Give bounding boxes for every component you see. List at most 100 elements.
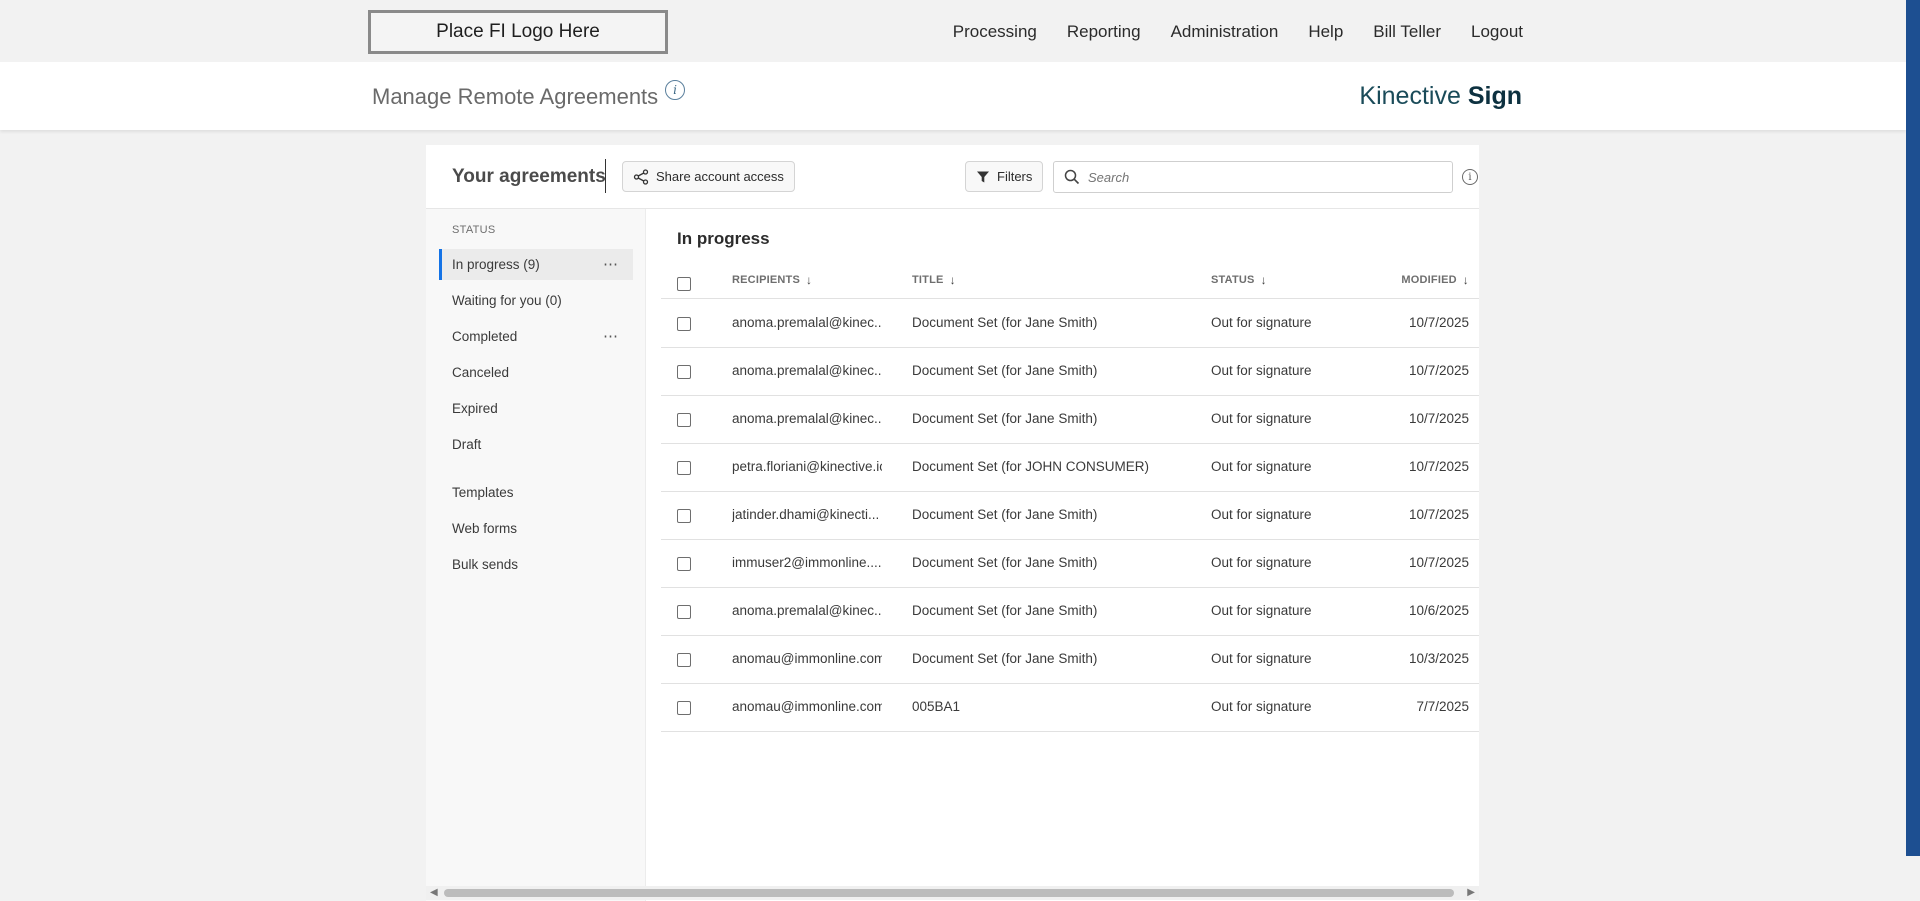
- sidebar-item-draft[interactable]: Draft: [439, 429, 633, 460]
- top-navigation-bar: Place FI Logo Here Processing Reporting …: [0, 0, 1920, 62]
- table-row[interactable]: anoma.premalal@kinec... Document Set (fo…: [661, 396, 1479, 444]
- recipient-cell: jatinder.dhami@kinecti...: [732, 507, 880, 522]
- recipient-cell: anoma.premalal@kinec...: [732, 603, 882, 618]
- title-cell[interactable]: Document Set (for JOHN CONSUMER): [912, 459, 1149, 474]
- share-account-access-button[interactable]: Share account access: [622, 161, 795, 192]
- title-cell[interactable]: Document Set (for Jane Smith): [912, 603, 1097, 618]
- nav-processing[interactable]: Processing: [953, 22, 1037, 42]
- row-checkbox[interactable]: [677, 653, 691, 667]
- column-header-status[interactable]: STATUS ↓: [1211, 273, 1267, 287]
- nav-user-name[interactable]: Bill Teller: [1373, 22, 1441, 42]
- brand-regular: Kinective: [1359, 82, 1461, 110]
- sidebar-item-templates[interactable]: Templates: [439, 477, 633, 508]
- select-all-checkbox[interactable]: [677, 277, 691, 291]
- filters-button[interactable]: Filters: [965, 161, 1044, 192]
- recipient-cell: anoma.premalal@kinec...: [732, 411, 882, 426]
- status-cell: Out for signature: [1211, 603, 1312, 618]
- title-cell[interactable]: Document Set (for Jane Smith): [912, 555, 1097, 570]
- sidebar-item-web-forms[interactable]: Web forms: [439, 513, 633, 544]
- row-checkbox[interactable]: [677, 509, 691, 523]
- modified-cell: 10/6/2025: [1408, 603, 1469, 618]
- row-checkbox[interactable]: [677, 605, 691, 619]
- sidebar-item-in-progress[interactable]: In progress (9) ⋯: [439, 249, 633, 280]
- sidebar-item-waiting-for-you[interactable]: Waiting for you (0): [439, 285, 633, 316]
- modified-cell: 10/7/2025: [1408, 315, 1469, 330]
- agreements-panel: Your agreements Share account access Fil…: [426, 145, 1479, 901]
- table-row[interactable]: jatinder.dhami@kinecti... Document Set (…: [661, 492, 1479, 540]
- scrollbar-thumb[interactable]: [444, 889, 1454, 897]
- modified-cell: 10/7/2025: [1408, 363, 1469, 378]
- nav-administration[interactable]: Administration: [1171, 22, 1279, 42]
- sidebar-item-label: Draft: [452, 437, 482, 452]
- recipient-cell: anoma.premalal@kinec...: [732, 363, 882, 378]
- page-title: Manage Remote Agreements: [372, 84, 659, 109]
- row-checkbox[interactable]: [677, 557, 691, 571]
- search-info-icon[interactable]: i: [1462, 169, 1478, 185]
- nav-reporting[interactable]: Reporting: [1067, 22, 1141, 42]
- row-checkbox[interactable]: [677, 701, 691, 715]
- modified-cell: 10/7/2025: [1408, 507, 1469, 522]
- recipient-cell: petra.floriani@kinective.io: [732, 459, 882, 474]
- row-checkbox[interactable]: [677, 317, 691, 331]
- sidebar-item-label: Expired: [452, 401, 498, 416]
- status-cell: Out for signature: [1211, 555, 1312, 570]
- row-checkbox[interactable]: [677, 461, 691, 475]
- modified-cell: 7/7/2025: [1416, 699, 1469, 714]
- column-header-recipients[interactable]: RECIPIENTS ↓: [732, 273, 812, 287]
- table-row[interactable]: immuser2@immonline.... Document Set (for…: [661, 540, 1479, 588]
- modified-cell: 10/7/2025: [1408, 459, 1469, 474]
- column-header-modified[interactable]: MODIFIED ↓: [1401, 273, 1469, 287]
- title-cell[interactable]: Document Set (for Jane Smith): [912, 651, 1097, 666]
- status-cell: Out for signature: [1211, 507, 1312, 522]
- modified-cell: 10/7/2025: [1408, 555, 1469, 570]
- title-cell[interactable]: Document Set (for Jane Smith): [912, 315, 1097, 330]
- nav-logout[interactable]: Logout: [1471, 22, 1523, 42]
- brand-bold: Sign: [1467, 82, 1522, 110]
- table-row[interactable]: anomau@immonline.com Document Set (for J…: [661, 636, 1479, 684]
- status-cell: Out for signature: [1211, 651, 1312, 666]
- more-options-icon[interactable]: ⋯: [603, 255, 619, 273]
- status-cell: Out for signature: [1211, 363, 1312, 378]
- table-row[interactable]: anomau@immonline.com 005BA1 Out for sign…: [661, 684, 1479, 732]
- brand-logo: Kinective Sign: [1359, 82, 1522, 111]
- table-row[interactable]: anoma.premalal@kinec... Document Set (fo…: [661, 348, 1479, 396]
- search-icon: [1064, 169, 1080, 185]
- status-cell: Out for signature: [1211, 459, 1312, 474]
- row-checkbox[interactable]: [677, 365, 691, 379]
- sidebar-item-canceled[interactable]: Canceled: [439, 357, 633, 388]
- modified-cell: 10/3/2025: [1408, 651, 1469, 666]
- info-icon[interactable]: i: [665, 80, 685, 100]
- table-row[interactable]: petra.floriani@kinective.io Document Set…: [661, 444, 1479, 492]
- sidebar-item-label: Completed: [452, 329, 518, 344]
- share-button-label: Share account access: [656, 169, 784, 184]
- title-cell[interactable]: Document Set (for Jane Smith): [912, 363, 1097, 378]
- more-options-icon[interactable]: ⋯: [603, 327, 619, 345]
- scroll-right-arrow-icon[interactable]: ▶: [1467, 887, 1475, 898]
- title-cell[interactable]: Document Set (for Jane Smith): [912, 507, 1097, 522]
- sort-arrow-icon: ↓: [1260, 273, 1267, 287]
- status-cell: Out for signature: [1211, 315, 1312, 330]
- right-accent-bar: [1906, 0, 1920, 856]
- sidebar-item-label: Web forms: [452, 521, 518, 536]
- status-cell: Out for signature: [1211, 699, 1312, 714]
- row-checkbox[interactable]: [677, 413, 691, 427]
- sidebar-item-label: Waiting for you (0): [452, 293, 562, 308]
- section-title: In progress: [677, 229, 770, 248]
- nav-help[interactable]: Help: [1308, 22, 1343, 42]
- title-cell[interactable]: Document Set (for Jane Smith): [912, 411, 1097, 426]
- search-box[interactable]: [1053, 161, 1453, 193]
- table-header: RECIPIENTS ↓ TITLE ↓ STATUS ↓ MODIFIED ↓: [661, 267, 1479, 299]
- horizontal-scrollbar[interactable]: ◀ ▶: [426, 886, 1479, 900]
- column-header-title[interactable]: TITLE ↓: [912, 273, 956, 287]
- sidebar-item-expired[interactable]: Expired: [439, 393, 633, 424]
- sidebar-item-bulk-sends[interactable]: Bulk sends: [439, 549, 633, 580]
- table-row[interactable]: anoma.premalal@kinec... Document Set (fo…: [661, 588, 1479, 636]
- sidebar-item-label: Bulk sends: [452, 557, 519, 572]
- table-row[interactable]: anoma.premalal@kinec... Document Set (fo…: [661, 300, 1479, 348]
- scroll-left-arrow-icon[interactable]: ◀: [430, 887, 438, 898]
- search-input[interactable]: [1088, 169, 1428, 185]
- agreements-heading: Your agreements: [452, 166, 606, 187]
- title-cell[interactable]: 005BA1: [912, 699, 960, 714]
- status-heading: STATUS: [452, 224, 496, 236]
- sidebar-item-completed[interactable]: Completed ⋯: [439, 321, 633, 352]
